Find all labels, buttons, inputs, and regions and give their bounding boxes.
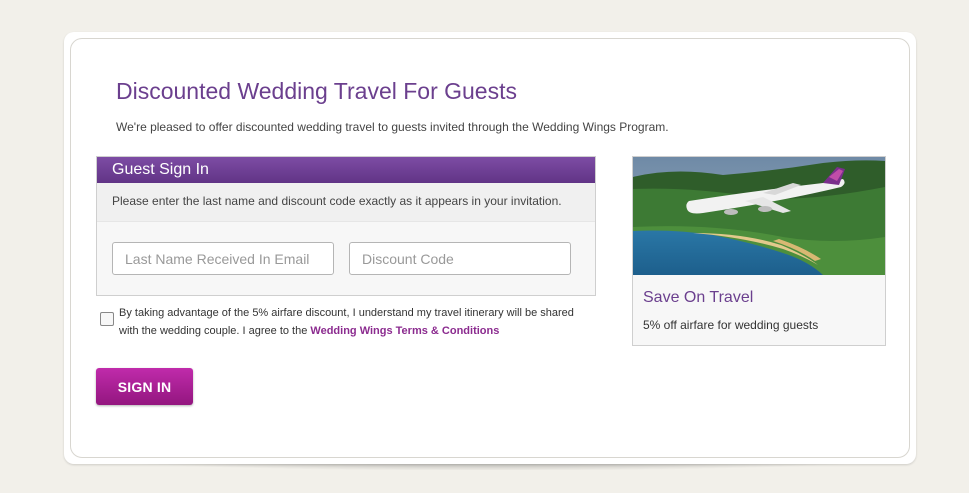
last-name-input[interactable] <box>112 242 334 275</box>
terms-agreement-text: By taking advantage of the 5% airfare di… <box>119 304 589 340</box>
sign-in-button[interactable]: SIGN IN <box>96 368 193 405</box>
terms-conditions-link[interactable]: Wedding Wings Terms & Conditions <box>310 325 499 337</box>
guest-signin-panel: Guest Sign In Please enter the last name… <box>96 156 596 296</box>
page-title: Discounted Wedding Travel For Guests <box>116 78 517 104</box>
main-card: Discounted Wedding Travel For Guests We'… <box>64 32 916 464</box>
intro-text: We're pleased to offer discounted weddin… <box>116 120 669 134</box>
airplane-coast-image <box>633 157 885 275</box>
signin-instructions: Please enter the last name and discount … <box>97 183 595 222</box>
signin-header: Guest Sign In <box>97 157 595 183</box>
promo-title: Save On Travel <box>643 289 754 306</box>
discount-code-input[interactable] <box>349 242 571 275</box>
promo-card: Save On Travel 5% off airfare for weddin… <box>632 156 886 346</box>
promo-text: 5% off airfare for wedding guests <box>643 318 819 332</box>
terms-checkbox[interactable] <box>100 312 114 326</box>
